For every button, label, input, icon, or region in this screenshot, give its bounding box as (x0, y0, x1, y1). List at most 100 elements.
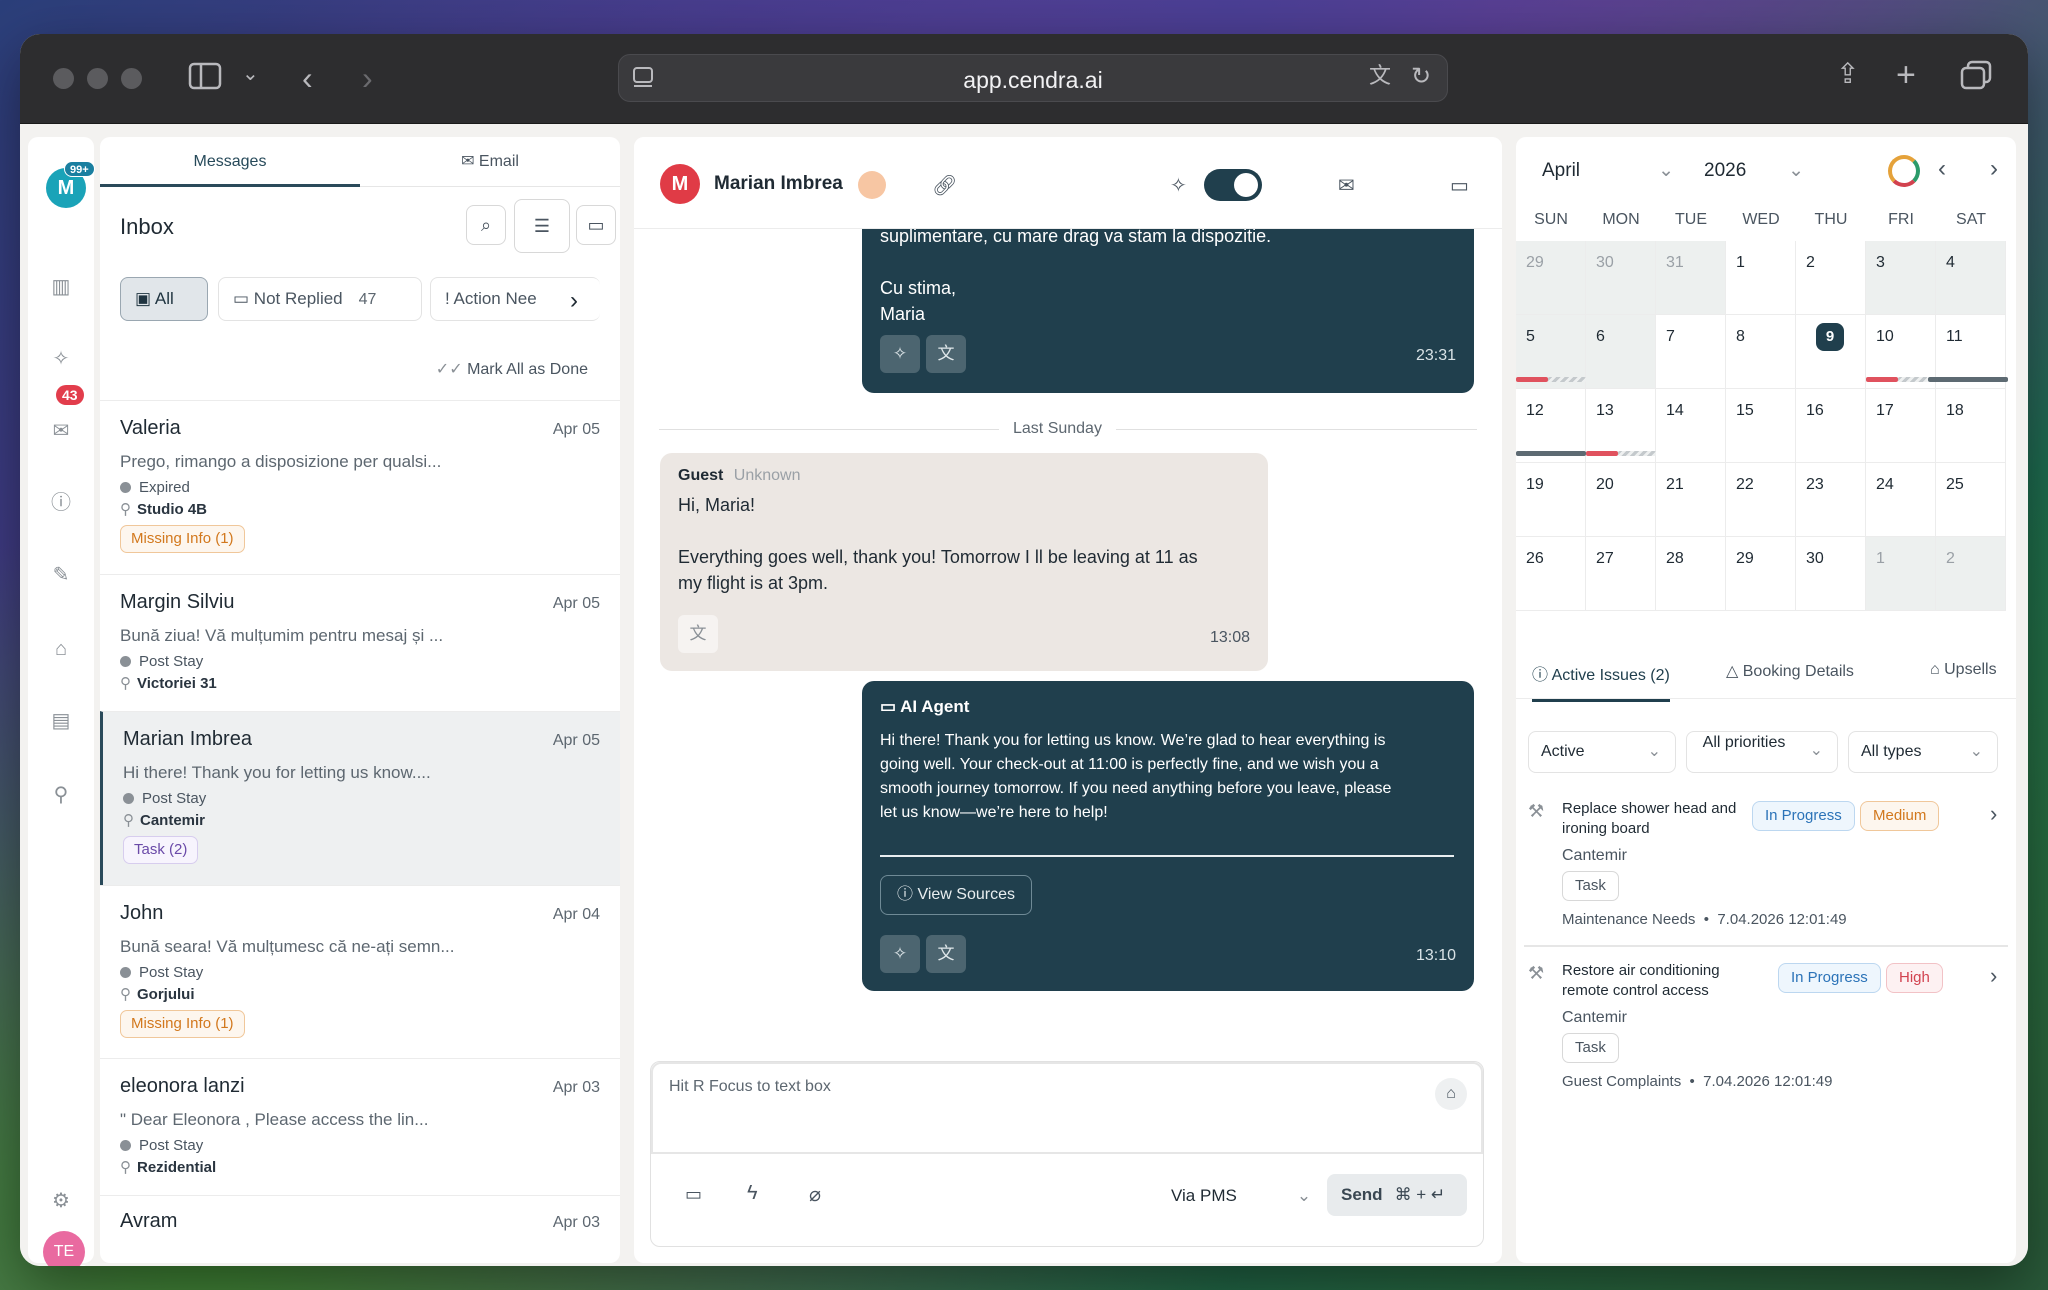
minimize-window-button[interactable] (87, 68, 108, 89)
tab-email[interactable]: ✉ Email (360, 137, 620, 187)
booking-bar[interactable] (1516, 451, 1586, 456)
conversation-item[interactable]: Margin Silviu Apr 05 Bună ziua! Vă mulțu… (100, 574, 620, 711)
calendar-day[interactable]: 3 (1866, 241, 1936, 315)
filter-not-replied[interactable]: ▭ Not Replied 47 (218, 277, 422, 321)
calendar-day[interactable]: 21 (1656, 463, 1726, 537)
link-icon[interactable]: 🔗︎ (932, 173, 957, 198)
share-icon[interactable]: ⇪ (1836, 60, 1859, 88)
calendar-day[interactable]: 4 (1936, 241, 2006, 315)
calendar-day[interactable]: 2 (1796, 241, 1866, 315)
view-sources-button[interactable]: ⓘ View Sources (880, 875, 1032, 915)
calendar-day[interactable]: 26 (1516, 537, 1586, 611)
translate-button[interactable]: 文 (678, 615, 718, 653)
booking-bar[interactable] (1548, 377, 1586, 382)
conversation-item-selected[interactable]: Marian Imbrea Apr 05 Hi there! Thank you… (100, 711, 620, 885)
calendar-day[interactable]: 14 (1656, 389, 1726, 463)
status-legend-icon[interactable] (1888, 155, 1920, 187)
calendar-day[interactable]: 25 (1936, 463, 2006, 537)
channel-select[interactable]: Via PMS ⌄ (1171, 1186, 1311, 1206)
lightning-icon[interactable]: ϟ (747, 1182, 758, 1205)
calendar-day[interactable]: 29 (1726, 537, 1796, 611)
new-tab-icon[interactable]: + (1896, 58, 1916, 92)
priority-filter[interactable]: All priorities ⌄ (1686, 731, 1838, 773)
sidebar-toggle-icon[interactable] (188, 62, 222, 94)
ai-rewrite-button[interactable]: ✧ (880, 335, 920, 373)
conversation-item[interactable]: Valeria Apr 05 Prego, rimango a disposiz… (100, 400, 620, 574)
calendar-day[interactable]: 16 (1796, 389, 1866, 463)
calendar-day[interactable]: 20 (1586, 463, 1656, 537)
calendar-day[interactable]: 2 (1936, 537, 2006, 611)
calendar-day[interactable]: 7 (1656, 315, 1726, 389)
translate-button[interactable]: 文 (926, 335, 966, 373)
tools-icon[interactable]: ✎ (49, 563, 73, 587)
tab-messages[interactable]: Messages (100, 137, 360, 187)
forward-arrow-icon[interactable]: › (362, 62, 373, 94)
home-icon[interactable]: ⌂ (49, 637, 73, 661)
tab-active-issues[interactable]: ⓘ Active Issues (2) (1532, 661, 1670, 702)
property-context-icon[interactable]: ⌂ (1435, 1078, 1467, 1110)
send-button[interactable]: Send ⌘ + ↵ (1327, 1174, 1467, 1216)
calendar-day[interactable]: 19 (1516, 463, 1586, 537)
settings-gear-icon[interactable]: ⚙ (49, 1189, 73, 1213)
conversation-item[interactable]: eleonora lanzi Apr 03 " Dear Eleonora , … (100, 1058, 620, 1195)
chevron-right-icon[interactable]: › (570, 287, 578, 315)
calendar-day-today[interactable]: 9 (1796, 315, 1866, 389)
chevron-right-icon[interactable]: › (1990, 801, 1997, 827)
chevron-down-icon[interactable]: ⌄ (242, 64, 259, 84)
alert-icon[interactable]: ⓘ (49, 491, 73, 515)
month-select[interactable]: April ⌄ (1542, 151, 1692, 191)
search-button[interactable]: ⌕ (466, 205, 506, 245)
back-arrow-icon[interactable]: ‹ (302, 62, 313, 94)
chevron-right-icon[interactable]: › (1990, 963, 1997, 989)
close-window-button[interactable] (53, 68, 74, 89)
inbox-icon[interactable]: ✉ (49, 419, 73, 443)
message-input[interactable]: Hit R Focus to text box ⌂ (651, 1062, 1483, 1154)
calendar-day[interactable]: 30 (1586, 241, 1656, 315)
calendar-day[interactable]: 22 (1726, 463, 1796, 537)
booking-bar[interactable] (1516, 377, 1548, 382)
calendar-prev-icon[interactable]: ‹ (1938, 155, 1946, 183)
contact-name[interactable]: Marian Imbrea (714, 173, 843, 195)
calendar-day[interactable]: 24 (1866, 463, 1936, 537)
conversation-item[interactable]: John Apr 04 Bună seara! Vă mulțumesc că … (100, 885, 620, 1058)
filter-all[interactable]: ▣ All (120, 277, 208, 321)
integrations-icon[interactable]: ⚲ (49, 783, 73, 807)
calendar-day[interactable]: 8 (1726, 315, 1796, 389)
type-filter[interactable]: All types ⌄ (1848, 731, 1998, 773)
ai-sparkle-icon[interactable]: ✧ (49, 347, 73, 371)
user-avatar[interactable]: TE (43, 1231, 85, 1266)
calendar-day[interactable]: 31 (1656, 241, 1726, 315)
zoom-window-button[interactable] (121, 68, 142, 89)
calendar-day[interactable]: 18 (1936, 389, 2006, 463)
calendar-day[interactable]: 1 (1726, 241, 1796, 315)
ai-rewrite-button[interactable]: ✧ (880, 935, 920, 973)
booking-bar[interactable] (1586, 451, 1618, 456)
archive-icon[interactable]: ▭ (1450, 173, 1469, 198)
ai-agent-toggle[interactable] (1204, 169, 1262, 201)
calendar-day[interactable]: 6 (1586, 315, 1656, 389)
translate-icon[interactable]: 文 (1369, 65, 1391, 87)
address-bar[interactable]: app.cendra.ai 文 ↻ (618, 54, 1448, 102)
booking-bar[interactable] (1898, 377, 1928, 382)
tab-upsells[interactable]: ⌂ Upsells (1930, 661, 1997, 679)
calendar-day[interactable]: 17 (1866, 389, 1936, 463)
attachment-icon[interactable]: ⌀ (809, 1182, 821, 1207)
calendar-day[interactable]: 28 (1656, 537, 1726, 611)
mail-icon[interactable]: ✉ (1338, 173, 1355, 198)
tab-overview-icon[interactable] (1960, 60, 1992, 94)
tab-booking-details[interactable]: △ Booking Details (1726, 661, 1854, 681)
issue-card[interactable]: ⚒ Replace shower head and ironing board … (1524, 799, 2008, 947)
issue-card[interactable]: ⚒ Restore air conditioning remote contro… (1524, 961, 2008, 1111)
new-message-button[interactable]: ▭ (576, 205, 616, 245)
booking-bar[interactable] (1928, 377, 2008, 382)
booking-bar[interactable] (1866, 377, 1898, 382)
conversation-item[interactable]: Avram Apr 03 (100, 1195, 620, 1263)
mark-all-done-button[interactable]: ✓✓ Mark All as Done (436, 359, 588, 379)
translate-button[interactable]: 文 (926, 935, 966, 973)
calendar-next-icon[interactable]: › (1990, 155, 1998, 183)
analytics-icon[interactable]: ▥ (49, 275, 73, 299)
status-filter[interactable]: Active ⌄ (1528, 731, 1676, 773)
reload-icon[interactable]: ↻ (1411, 65, 1431, 89)
booking-bar[interactable] (1618, 451, 1656, 456)
calendar-day[interactable]: 23 (1796, 463, 1866, 537)
